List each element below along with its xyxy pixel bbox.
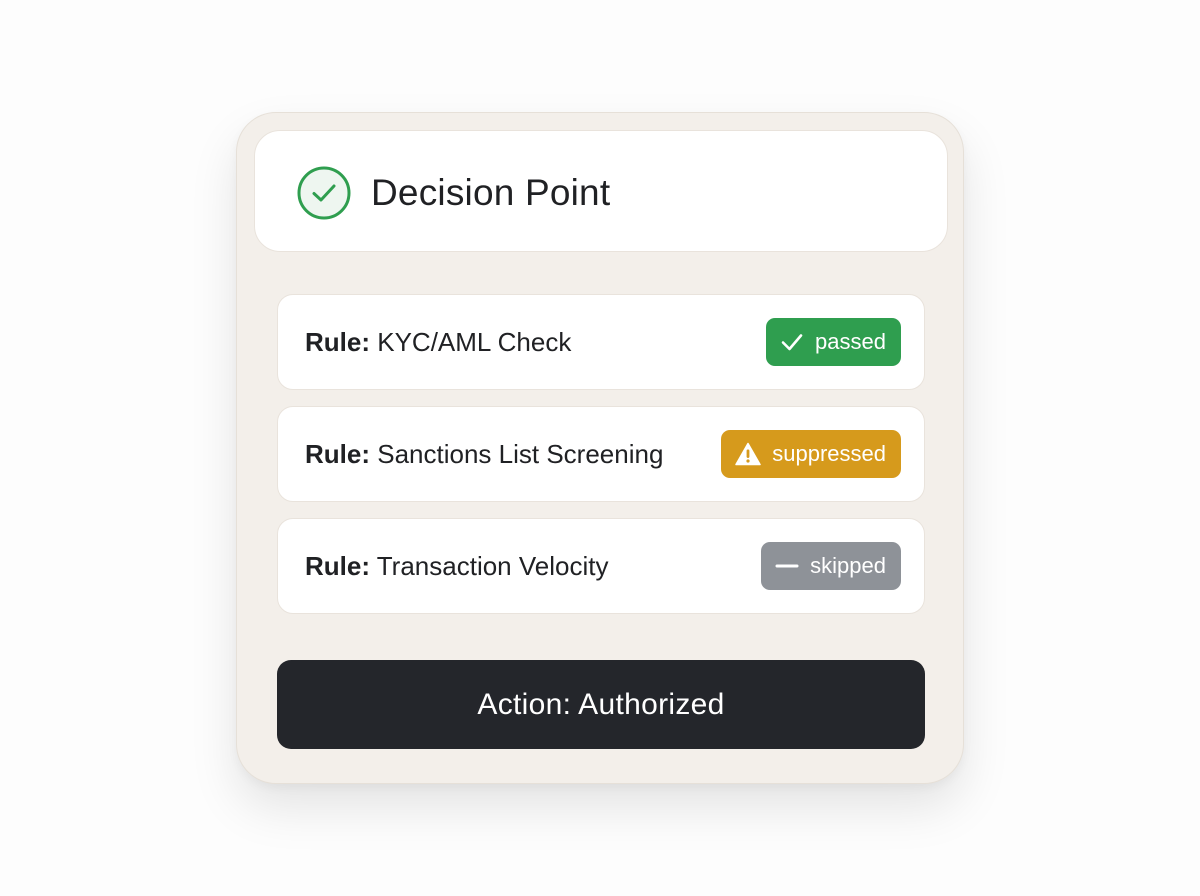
check-icon bbox=[781, 334, 803, 351]
rule-name: Sanctions List Screening bbox=[377, 439, 664, 469]
rule-prefix: Rule: bbox=[305, 327, 370, 357]
rule-text: Rule: Sanctions List Screening bbox=[305, 437, 663, 471]
status-label: passed bbox=[815, 329, 886, 354]
rule-name: Transaction Velocity bbox=[376, 551, 609, 581]
rule-prefix: Rule: bbox=[305, 439, 370, 469]
rule-name: KYC/AML Check bbox=[377, 327, 572, 357]
page-title: Decision Point bbox=[371, 172, 611, 213]
rule-prefix: Rule: bbox=[305, 551, 370, 581]
warning-icon bbox=[735, 442, 761, 466]
status-label: suppressed bbox=[772, 441, 886, 466]
rule-text: Rule: KYC/AML Check bbox=[305, 325, 571, 359]
decision-header: Decision Point bbox=[254, 130, 948, 252]
status-badge-skipped: skipped bbox=[761, 542, 901, 590]
minus-icon bbox=[775, 564, 799, 568]
rule-row-sanctions: Rule: Sanctions List Screening suppresse… bbox=[277, 406, 925, 502]
rule-row-velocity: Rule: Transaction Velocity skipped bbox=[277, 518, 925, 614]
rule-text: Rule: Transaction Velocity bbox=[305, 549, 608, 583]
status-label: skipped bbox=[810, 553, 886, 578]
check-circle-icon bbox=[297, 166, 351, 220]
status-badge-passed: passed bbox=[766, 318, 901, 366]
decision-point-card: Decision Point Rule: KYC/AML Check passe… bbox=[236, 112, 964, 784]
rule-row-kyc-aml: Rule: KYC/AML Check passed bbox=[277, 294, 925, 390]
status-badge-suppressed: suppressed bbox=[721, 430, 901, 478]
action-authorized-button[interactable]: Action: Authorized bbox=[277, 660, 925, 749]
